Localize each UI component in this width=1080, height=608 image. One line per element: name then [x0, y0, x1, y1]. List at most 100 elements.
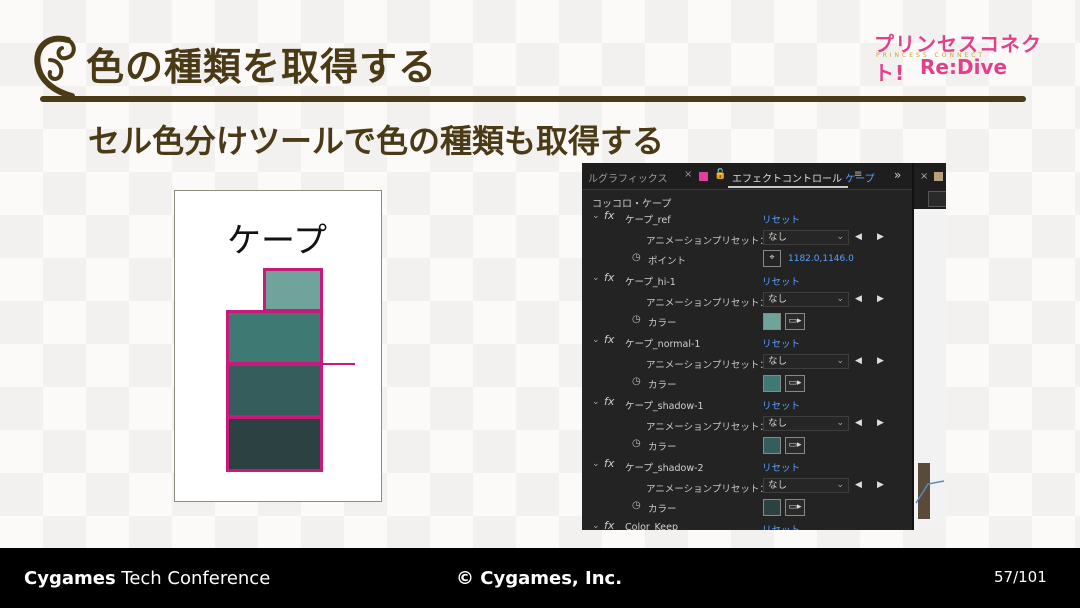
param-label: カラー: [648, 442, 677, 453]
param-label: カラー: [648, 380, 677, 391]
effect-name: ケープ_shadow-2: [625, 463, 704, 474]
param-label: ポイント: [648, 256, 687, 267]
color-swatch[interactable]: [763, 437, 781, 454]
preset-dropdown[interactable]: なし ⌄: [763, 416, 849, 431]
next-preset-icon[interactable]: ▶: [877, 480, 884, 490]
footer-copyright: © Cygames, Inc.: [456, 568, 623, 589]
color-swatch[interactable]: [763, 375, 781, 392]
fx-icon[interactable]: fx: [604, 271, 614, 284]
twirl-icon[interactable]: ⌄: [592, 397, 600, 407]
viewer-dropdown[interactable]: [928, 191, 946, 207]
reset-link[interactable]: リセット: [762, 336, 800, 350]
next-preset-icon[interactable]: ▶: [877, 356, 884, 366]
close-icon[interactable]: ×: [684, 169, 692, 180]
lock-icon[interactable]: 🔓: [714, 169, 726, 180]
fx-icon[interactable]: fx: [604, 333, 614, 346]
tab-graphics[interactable]: ルグラフィックス: [588, 170, 668, 185]
fx-icon[interactable]: fx: [604, 457, 614, 470]
crosshair-icon[interactable]: ⌖: [763, 250, 781, 267]
preset-dropdown[interactable]: なし ⌄: [763, 478, 849, 493]
chevron-down-icon: ⌄: [836, 294, 844, 304]
stopwatch-icon[interactable]: ◷: [632, 438, 641, 449]
logo-redive-text: Re:Dive: [920, 55, 1008, 79]
stopwatch-icon[interactable]: ◷: [632, 252, 641, 263]
eyedropper-icon[interactable]: ▭▸: [785, 499, 805, 516]
color-block-shadow-1: [226, 363, 323, 418]
reset-link[interactable]: リセット: [762, 398, 800, 412]
preset-value: なし: [768, 418, 788, 429]
next-preset-icon[interactable]: ▶: [877, 418, 884, 428]
stopwatch-icon[interactable]: ◷: [632, 314, 641, 325]
composition-viewer-edge: ×: [914, 163, 946, 530]
twirl-icon[interactable]: ⌄: [592, 273, 600, 283]
tab-effect-controls-label: エフェクトコントロール: [732, 174, 842, 185]
title-ornament-icon: [34, 35, 76, 99]
preset-dropdown[interactable]: なし ⌄: [763, 354, 849, 369]
preset-label: アニメーションプリセット：: [646, 360, 769, 371]
point-value[interactable]: 1182.0,1146.0: [788, 254, 854, 264]
preset-value: なし: [768, 356, 788, 367]
effect-name: ケープ_normal-1: [625, 339, 701, 350]
preset-dropdown[interactable]: なし ⌄: [763, 230, 849, 245]
preset-dropdown[interactable]: なし ⌄: [763, 292, 849, 307]
chevron-down-icon: ⌄: [836, 418, 844, 428]
footer-conference: Cygames Tech Conference: [24, 568, 270, 589]
twirl-icon[interactable]: ⌄: [592, 335, 600, 345]
effect-controls-panel: ルグラフィックス × 🔓 エフェクトコントロール ケープ ≡ » コッコロ・ケー…: [582, 163, 946, 530]
twirl-icon[interactable]: ⌄: [592, 521, 600, 530]
ref-point-line: [323, 363, 355, 365]
viewer-line-art: [915, 480, 945, 504]
layer-name: コッコロ・ケープ: [592, 199, 672, 210]
color-swatch[interactable]: [763, 499, 781, 516]
fx-icon[interactable]: fx: [604, 395, 614, 408]
next-preset-icon[interactable]: ▶: [877, 232, 884, 242]
prev-preset-icon[interactable]: ◀: [855, 418, 862, 428]
twirl-icon[interactable]: ⌄: [592, 459, 600, 469]
next-preset-icon[interactable]: ▶: [877, 294, 884, 304]
preset-label: アニメーションプリセット：: [646, 236, 769, 247]
param-label: カラー: [648, 504, 677, 515]
panel-tab-bar: ルグラフィックス × 🔓 エフェクトコントロール ケープ ≡ »: [582, 163, 946, 190]
effect-name: ケープ_hi-1: [625, 277, 676, 288]
color-block-shadow-2: [226, 416, 323, 472]
title-divider: [40, 96, 1026, 102]
reset-link[interactable]: リセット: [762, 460, 800, 474]
layer-color-label: [934, 172, 943, 181]
viewer-header: ×: [914, 163, 946, 209]
stopwatch-icon[interactable]: ◷: [632, 376, 641, 387]
reset-link[interactable]: リセット: [762, 522, 800, 530]
preset-value: なし: [768, 232, 788, 243]
panel-menu-icon[interactable]: ≡: [854, 169, 862, 180]
chevron-down-icon: ⌄: [836, 232, 844, 242]
prev-preset-icon[interactable]: ◀: [855, 356, 862, 366]
preset-value: なし: [768, 480, 788, 491]
color-block-hi: [263, 268, 323, 312]
prev-preset-icon[interactable]: ◀: [855, 232, 862, 242]
reset-link[interactable]: リセット: [762, 274, 800, 288]
prev-preset-icon[interactable]: ◀: [855, 480, 862, 490]
close-icon[interactable]: ×: [920, 171, 928, 182]
eyedropper-icon[interactable]: ▭▸: [785, 437, 805, 454]
game-logo: プリンセスコネクト! PRINCESS CONNECT Re:Dive: [870, 28, 1060, 85]
twirl-icon[interactable]: ⌄: [592, 211, 600, 221]
preset-label: アニメーションプリセット：: [646, 422, 769, 433]
effect-name: ケープ_ref: [625, 215, 671, 226]
eyedropper-icon[interactable]: ▭▸: [785, 375, 805, 392]
reset-link[interactable]: リセット: [762, 212, 800, 226]
more-panels-icon[interactable]: »: [894, 168, 901, 182]
footer-bar: Cygames Tech Conference © Cygames, Inc. …: [0, 548, 1080, 608]
chevron-down-icon: ⌄: [836, 480, 844, 490]
cape-label: ケープ: [227, 221, 327, 261]
page-number: 57/101: [994, 568, 1047, 586]
cape-illustration-card: ケープ: [174, 190, 382, 502]
eyedropper-icon[interactable]: ▭▸: [785, 313, 805, 330]
stopwatch-icon[interactable]: ◷: [632, 500, 641, 511]
footer-brand-rest: Tech Conference: [115, 568, 271, 589]
color-swatch[interactable]: [763, 313, 781, 330]
preset-label: アニメーションプリセット：: [646, 484, 769, 495]
fx-icon[interactable]: fx: [604, 209, 614, 222]
fx-icon[interactable]: fx: [604, 519, 614, 530]
param-label: カラー: [648, 318, 677, 329]
active-tab-underline: [728, 186, 848, 188]
prev-preset-icon[interactable]: ◀: [855, 294, 862, 304]
